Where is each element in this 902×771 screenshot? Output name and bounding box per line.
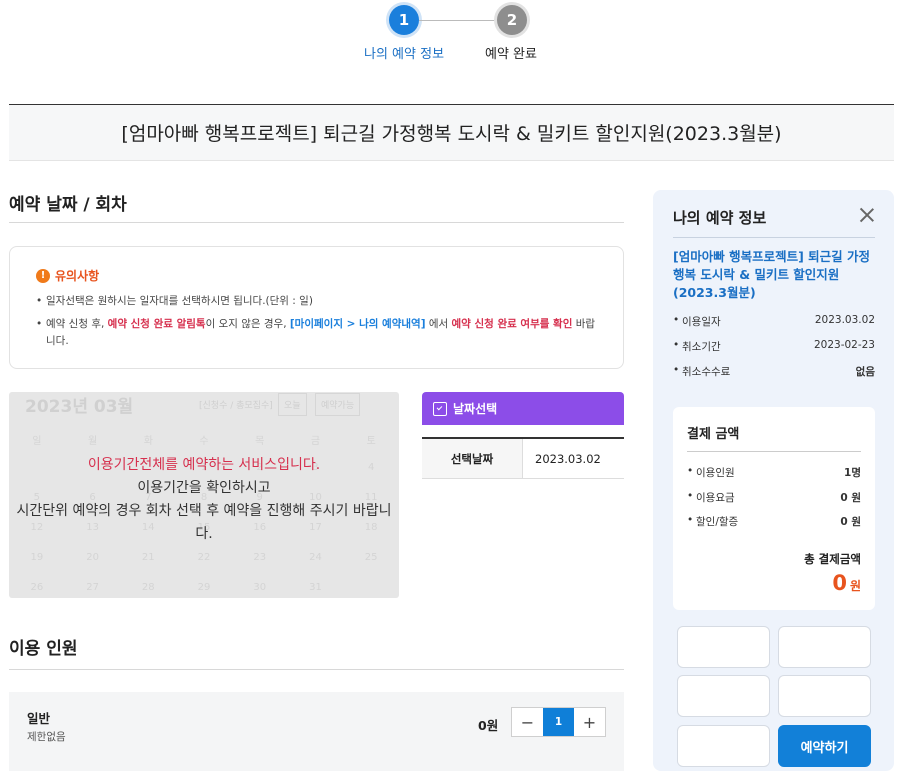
payment-card: 결제 금액 이용인원1명 이용요금0 원 할인/할증0 원 총 결제금액 0원 <box>673 407 875 610</box>
total-label: 총 결제금액 <box>804 551 861 566</box>
info-row-date: 이용일자2023.03.02 <box>673 314 875 339</box>
payment-rows: 이용인원1명 이용요금0 원 할인/할증0 원 <box>687 465 861 539</box>
calendar-check-icon <box>433 401 447 416</box>
step-2-label: 예약 완료 <box>485 47 537 62</box>
summary-title: 나의 예약 정보 <box>673 209 767 227</box>
people-row: 일반 제한없음 0원 − 1 + <box>9 692 624 771</box>
notice-title: ! 유의사항 <box>36 267 597 284</box>
calendar-day-cell: 24 <box>309 552 322 563</box>
empty-button[interactable] <box>677 626 770 668</box>
calendar-legend: [신청수 / 총모집수] <box>199 401 273 411</box>
notice-box: ! 유의사항 일자선택은 원하시는 일자대를 선택하시면 됩니다.(단위 : 일… <box>9 246 624 369</box>
selected-date-label: 선택날짜 <box>422 439 523 478</box>
available-button: 예약가능 <box>315 393 361 416</box>
empty-button[interactable] <box>778 626 871 668</box>
people-type-price: 0원 <box>478 718 499 733</box>
info-row-cancel-period: 취소기간2023-02-23 <box>673 339 875 364</box>
payment-row-discount: 할인/할증0 원 <box>687 514 861 539</box>
overlay-line-2: 이용기간을 확인하시고 <box>137 480 271 496</box>
calendar-day-cell: 25 <box>364 552 378 563</box>
date-select-panel: 날짜선택 선택날짜 2023.03.02 <box>422 392 624 479</box>
decrease-button[interactable]: − <box>512 708 543 736</box>
people-type-name: 일반 <box>27 711 51 726</box>
calendar-day-cell: 29 <box>197 582 211 593</box>
calendar-day-cell: 31 <box>309 582 322 593</box>
selected-date-row: 선택날짜 2023.03.02 <box>422 437 624 479</box>
program-title-band: [엄마아빠 행복프로젝트] 퇴근길 가정행복 도시락 & 밀키트 할인지원(20… <box>9 104 894 161</box>
calendar-day-cell: 26 <box>30 582 44 593</box>
calendar-day-cell: 28 <box>141 582 155 593</box>
empty-button[interactable] <box>677 725 770 767</box>
people-type-limit: 제한없음 <box>27 731 66 743</box>
total-amount: 0원 <box>687 571 861 595</box>
payment-title: 결제 금액 <box>687 407 861 452</box>
calendar-day-cell <box>343 578 399 598</box>
progress-stepper: 1 2 나의 예약 정보 예약 완료 <box>0 0 902 80</box>
notice-highlight: 예약 신청 완료 여부를 확인 <box>451 318 573 330</box>
total-amount-number: 0 <box>832 570 847 595</box>
calendar-day-cell: 30 <box>253 582 267 593</box>
total-amount-unit: 원 <box>849 578 861 593</box>
overlay-line-1: 이용기간전체를 예약하는 서비스입니다. <box>87 457 321 473</box>
step-connector <box>419 20 497 21</box>
info-row-cancel-fee: 취소수수료없음 <box>673 364 875 389</box>
step-1-indicator: 1 <box>389 5 419 35</box>
notice-highlight: 예약 신청 완료 알림톡 <box>107 318 206 330</box>
people-section-heading: 이용 인원 <box>9 634 624 670</box>
empty-button[interactable] <box>778 675 871 717</box>
calendar-overlay-message: 이용기간전체를 예약하는 서비스입니다. 이용기간을 확인하시고 시간단위 예약… <box>9 454 399 546</box>
date-select-header-text: 날짜선택 <box>453 402 498 416</box>
step-2-indicator: 2 <box>497 5 527 35</box>
calendar-week-row: 19 20 21 22 23 24 25 <box>9 548 399 578</box>
calendar-day-cell: 21 <box>141 552 155 563</box>
calendar-day-cell: 23 <box>253 552 267 563</box>
summary-info-list: 이용일자2023.03.02 취소기간2023-02-23 취소수수료없음 <box>673 314 875 389</box>
notice-item: 일자선택은 원하시는 일자대를 선택하시면 됩니다.(단위 : 일) <box>36 293 597 310</box>
mypage-link-text: [마이페이지 > 나의 예약내역] <box>289 318 426 330</box>
overlay-line-3: 시간단위 예약의 경우 회차 선택 후 예약을 진행해 주시기 바랍니다. <box>16 503 392 542</box>
reservation-summary-panel: 나의 예약 정보 [엄마아빠 행복프로젝트] 퇴근길 가정행복 도시락 & 밀키… <box>653 190 894 771</box>
page-title: [엄마아빠 행복프로젝트] 퇴근길 가정행복 도시락 & 밀키트 할인지원(20… <box>121 123 782 145</box>
reserve-button[interactable]: 예약하기 <box>778 725 871 767</box>
close-icon[interactable] <box>859 207 875 223</box>
increase-button[interactable]: + <box>574 708 605 736</box>
quantity-value[interactable]: 1 <box>543 708 574 736</box>
calendar-day-cell: 22 <box>197 552 211 563</box>
date-section-heading: 예약 날짜 / 회차 <box>9 190 624 223</box>
payment-row-people: 이용인원1명 <box>687 465 861 490</box>
payment-row-fee: 이용요금0 원 <box>687 490 861 515</box>
date-select-header: 날짜선택 <box>422 392 624 425</box>
calendar-disabled: 2023년 03월 [신청수 / 총모집수] 오늘 예약가능 일월화수목금토12… <box>9 392 399 598</box>
selected-date-value: 2023.03.02 <box>535 451 601 466</box>
calendar-week-row: 26 27 28 29 30 31 <box>9 578 399 598</box>
calendar-month-label: 2023년 03월 <box>25 397 134 417</box>
summary-product-name: [엄마아빠 행복프로젝트] 퇴근길 가정행복 도시락 & 밀키트 할인지원(20… <box>673 249 870 300</box>
calendar-day-cell: 19 <box>30 552 44 563</box>
empty-button[interactable] <box>677 675 770 717</box>
today-button: 오늘 <box>278 393 307 416</box>
calendar-day-cell: 27 <box>86 582 99 593</box>
warning-icon: ! <box>36 268 50 283</box>
calendar-day-cell: 20 <box>86 552 99 563</box>
notice-title-text: 유의사항 <box>55 269 100 283</box>
notice-list: 일자선택은 원하시는 일자대를 선택하시면 됩니다.(단위 : 일) 예약 신청… <box>36 293 597 350</box>
divider <box>673 237 875 238</box>
quantity-stepper: − 1 + <box>511 707 606 737</box>
step-1-label: 나의 예약 정보 <box>364 47 445 62</box>
notice-item: 예약 신청 후, 예약 신청 완료 알림톡이 오지 않은 경우, [마이페이지 … <box>36 316 597 350</box>
